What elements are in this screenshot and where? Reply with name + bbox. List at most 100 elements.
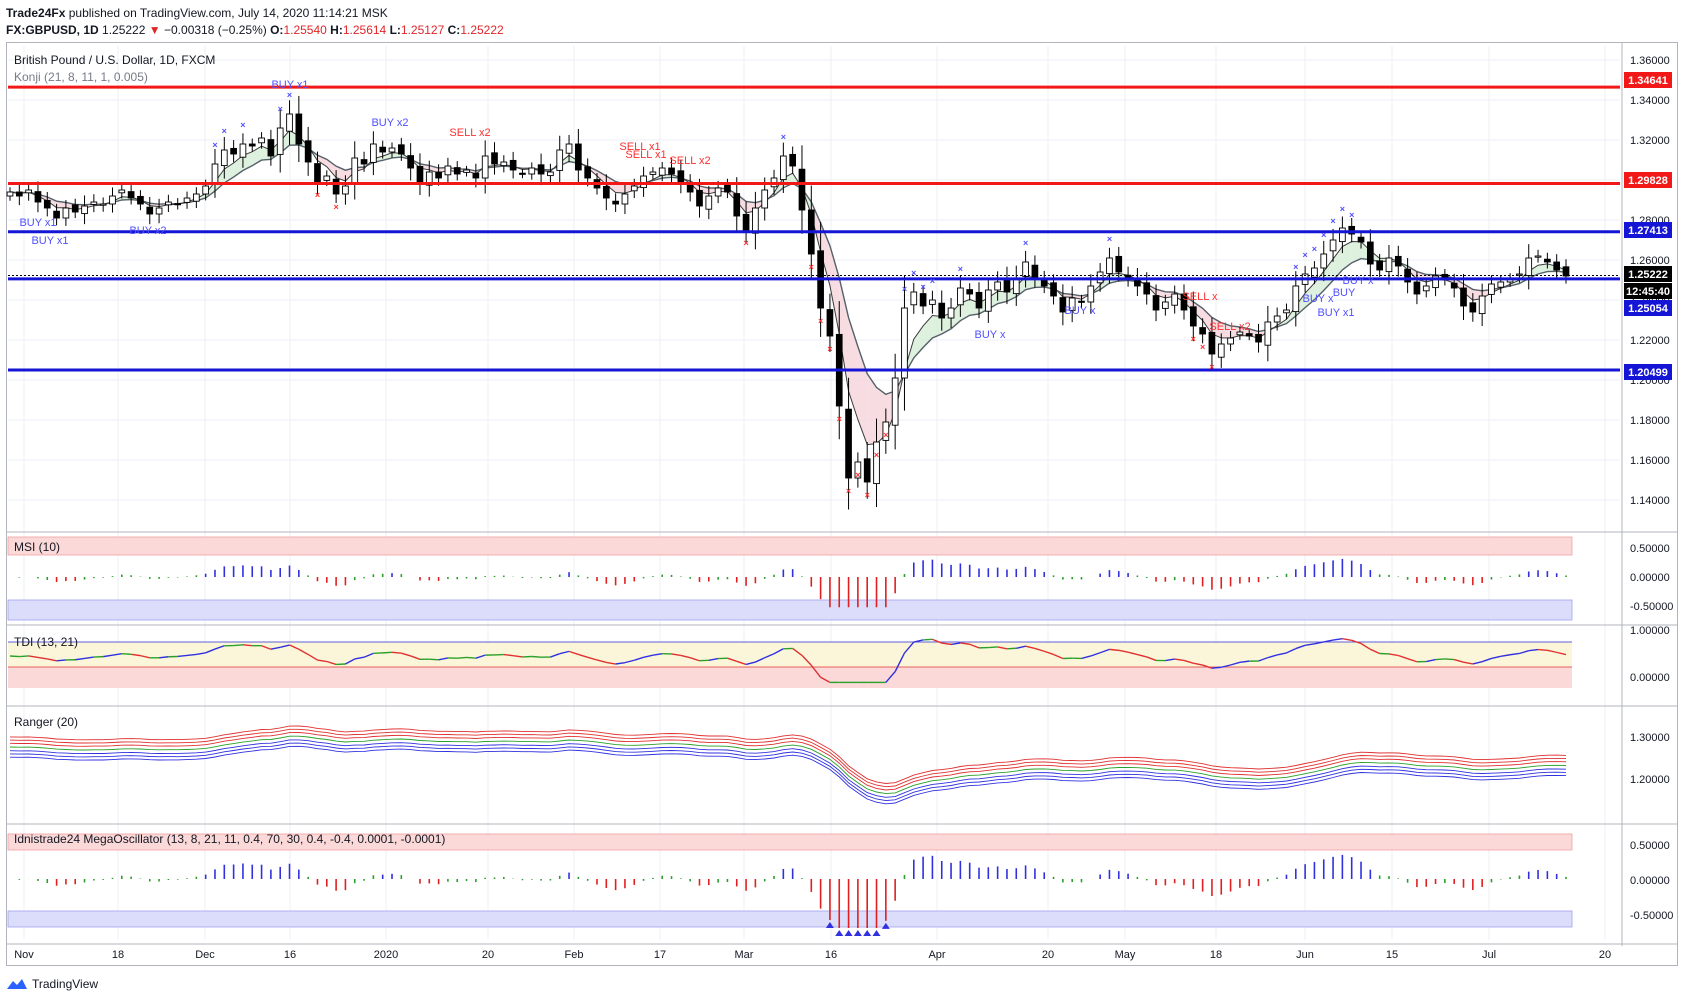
msi-tick: 0.00000 xyxy=(1630,572,1670,584)
tdi-segment xyxy=(1109,648,1119,652)
candle-body xyxy=(733,193,741,217)
candle-body xyxy=(416,165,424,183)
tdi-segment xyxy=(988,646,998,649)
buy-marker: × xyxy=(958,264,963,274)
ranger-axis: 1.30000 1.20000 xyxy=(1630,732,1670,786)
candle-body xyxy=(6,191,14,197)
buy-signal-label: BUY x2 xyxy=(371,117,408,129)
time-tick: 15 xyxy=(1386,949,1398,961)
buy-triangle xyxy=(835,930,844,936)
candle-body xyxy=(1488,283,1495,295)
sell-signal-label: SELL x2 xyxy=(669,155,710,167)
candle-body xyxy=(798,168,806,211)
buy-signal-label: BUY x xyxy=(1065,305,1096,317)
buy-signal-label: BUY x1 xyxy=(19,217,56,229)
buy-marker: × xyxy=(1321,230,1326,240)
buy-signal-label: BUY x xyxy=(1343,275,1374,287)
ranger-title: Ranger (20) xyxy=(14,715,78,729)
time-tick: Jul xyxy=(1482,949,1496,961)
candle-body xyxy=(127,191,135,199)
level-tag-1: 1.34641 xyxy=(1624,72,1672,88)
candle-body xyxy=(407,155,414,169)
candle-body xyxy=(295,113,303,145)
candle-body xyxy=(1050,282,1057,297)
candle-body xyxy=(1460,287,1467,307)
buy-marker: × xyxy=(930,276,935,286)
time-tick: Jun xyxy=(1296,949,1314,961)
candle-body xyxy=(938,302,946,319)
candle-body xyxy=(1376,260,1383,271)
tdi-low-zone xyxy=(8,667,1572,688)
candle-body xyxy=(1534,255,1542,258)
candle-body xyxy=(230,147,237,155)
candle-body xyxy=(1450,282,1458,289)
ranger-band xyxy=(9,732,1567,791)
time-tick: 18 xyxy=(1210,949,1222,961)
candle-body xyxy=(1162,301,1169,309)
candle-body xyxy=(155,207,163,215)
candle-body xyxy=(1171,293,1179,306)
buy-signal-label: BUY x xyxy=(1303,293,1334,305)
candle-body xyxy=(174,203,182,206)
candle-body xyxy=(584,166,592,179)
candle-body xyxy=(873,441,880,485)
chart-canvas[interactable]: British Pound / U.S. Dollar, 1D, FXCM Ko… xyxy=(0,0,1688,1002)
candle-body xyxy=(966,289,974,295)
price-tick: 1.32000 xyxy=(1630,135,1670,147)
tdi-segment xyxy=(1435,658,1445,661)
sell-marker: × xyxy=(883,430,888,440)
candle-body xyxy=(491,152,498,165)
sell-marker: × xyxy=(1191,334,1196,344)
candle-body xyxy=(575,143,582,171)
candle-body xyxy=(668,167,675,175)
candle-body xyxy=(1469,302,1477,313)
candle-body xyxy=(360,159,368,165)
candle-body xyxy=(211,163,219,184)
candle-body xyxy=(1339,227,1346,243)
candle-body xyxy=(1115,255,1123,273)
candle-body xyxy=(1264,321,1272,346)
candle-body xyxy=(714,187,722,197)
ranger-tick: 1.30000 xyxy=(1630,732,1670,744)
candle-body xyxy=(1106,257,1113,275)
msi-tick: -0.50000 xyxy=(1630,601,1673,613)
candle-body xyxy=(910,291,918,306)
time-tick: Nov xyxy=(14,949,34,961)
sell-marker: × xyxy=(315,190,320,200)
sell-marker: × xyxy=(818,316,823,326)
tdi-segment xyxy=(233,644,243,647)
candle-body xyxy=(519,172,526,175)
price-tag-text: 1.25222 xyxy=(1628,269,1668,281)
candle-body xyxy=(220,149,228,167)
buy-triangle xyxy=(844,930,853,936)
candle-body xyxy=(276,127,284,155)
footer-brand[interactable]: TradingView xyxy=(32,977,98,991)
candle-body xyxy=(947,307,955,319)
tdi-segment xyxy=(1444,658,1455,661)
buy-marker: × xyxy=(1349,210,1354,220)
candle-body xyxy=(1320,253,1328,269)
candle-body xyxy=(71,204,79,213)
sell-signal-label: SELL x2 xyxy=(449,127,490,139)
time-tick: Feb xyxy=(565,949,584,961)
time-tick: 20 xyxy=(1042,949,1054,961)
candle-body xyxy=(528,167,536,175)
mega-oversold-zone xyxy=(7,910,1573,928)
candle-body xyxy=(99,203,107,206)
main-title: British Pound / U.S. Dollar, 1D, FXCM xyxy=(14,53,215,67)
candle-body xyxy=(1022,261,1029,277)
buy-marker: × xyxy=(781,132,786,142)
candle-body xyxy=(621,193,629,205)
candle-body xyxy=(1087,285,1095,303)
mega-tick: 0.00000 xyxy=(1630,875,1670,887)
candle-body xyxy=(957,287,964,306)
time-tick: Apr xyxy=(928,949,945,961)
candle-body xyxy=(1031,264,1039,279)
time-axis-ticks: Nov 18 Dec 16 2020 20 Feb 17 Mar 16 Apr 20 May 18 Jun 1… xyxy=(14,949,1611,961)
level-tag-5: 1.20499 xyxy=(1624,364,1672,380)
buy-marker: × xyxy=(1023,238,1028,248)
price-tag: 1.25222 xyxy=(1624,266,1672,282)
tradingview-logo-icon[interactable] xyxy=(6,977,28,991)
candle-body xyxy=(556,149,564,171)
time-tick: Dec xyxy=(195,949,215,961)
